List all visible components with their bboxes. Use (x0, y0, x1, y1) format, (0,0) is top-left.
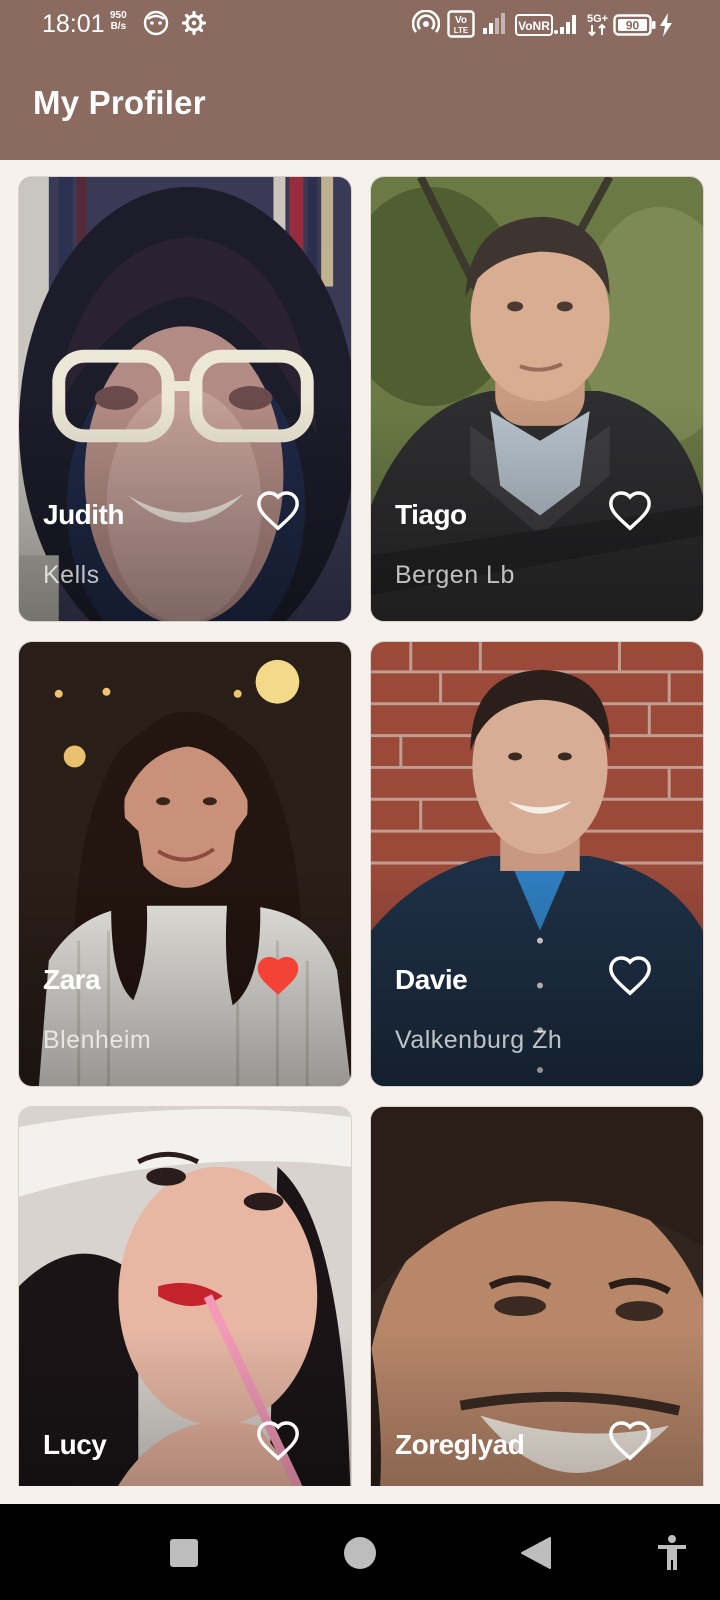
svg-text:5G+: 5G+ (587, 13, 608, 25)
favorite-button[interactable] (255, 954, 301, 1000)
profile-name: Zara (43, 964, 101, 995)
profile-location: Valkenburg Zh (395, 1026, 563, 1054)
profile-name: Judith (43, 499, 125, 530)
network-speed: 950 B/s (110, 10, 127, 32)
heart-outline-icon (609, 491, 651, 531)
status-bar: 18:01 950 B/s Vo LTE VoNR 5G+ 90 (0, 0, 720, 48)
profile-card[interactable]: Davie Valkenburg Zh (370, 641, 704, 1087)
favorite-button[interactable] (607, 489, 653, 535)
heart-outline-icon (257, 491, 299, 531)
profile-name: Zoreglyad (395, 1429, 525, 1460)
profile-card[interactable]: Zara Blenheim (18, 641, 352, 1087)
photo-shade (19, 1329, 351, 1486)
svg-text:VoNR: VoNR (518, 19, 550, 33)
back-triangle-icon (521, 1537, 551, 1569)
heart-outline-icon (257, 1421, 299, 1461)
favorite-button[interactable] (255, 1419, 301, 1465)
back-button[interactable] (520, 1536, 552, 1575)
profile-card[interactable]: Zoreglyad (370, 1106, 704, 1486)
svg-text:90: 90 (626, 19, 640, 33)
face-icon (143, 10, 169, 41)
vonr-icon: VoNR (515, 14, 553, 41)
profile-card[interactable]: Lucy (18, 1106, 352, 1486)
svg-text:Vo: Vo (455, 15, 467, 26)
accessibility-button[interactable] (655, 1534, 689, 1577)
circle-icon (344, 1537, 376, 1569)
profile-card[interactable]: Tiago Bergen Lb (370, 176, 704, 622)
signal-icon (481, 10, 509, 43)
profile-location: Blenheim (43, 1026, 152, 1054)
heart-outline-icon (609, 956, 651, 996)
signal-icon (553, 10, 581, 43)
profile-name: Davie (395, 964, 468, 995)
profile-name: Tiago (395, 499, 467, 530)
favorite-button[interactable] (607, 954, 653, 1000)
page-title: My Profiler (33, 84, 206, 121)
square-icon (170, 1539, 198, 1567)
home-button[interactable] (343, 1536, 377, 1575)
profile-location: Bergen Lb (395, 561, 515, 589)
svg-text:LTE: LTE (454, 26, 469, 35)
accessibility-icon (658, 1535, 686, 1570)
5g-icon: 5G+ (586, 10, 610, 43)
profile-location: Kells (43, 561, 100, 589)
heart-filled-icon (257, 956, 299, 995)
system-nav-bar (0, 1504, 720, 1600)
favorite-button[interactable] (607, 1419, 653, 1465)
hotspot-icon (411, 9, 441, 43)
status-time: 18:01 (42, 10, 105, 38)
recents-button[interactable] (168, 1537, 200, 1574)
gear-icon (181, 10, 207, 41)
battery-icon: 90 (613, 14, 657, 41)
volte-icon: Vo LTE (447, 10, 475, 43)
charging-icon (659, 13, 673, 42)
favorite-button[interactable] (255, 489, 301, 535)
profile-name: Lucy (43, 1429, 107, 1460)
profile-grid[interactable]: Judith Kells Tiago Bergen Lb Zara Blenhe… (18, 176, 704, 1486)
heart-outline-icon (609, 1421, 651, 1461)
photo-shade (371, 1329, 703, 1486)
profile-card[interactable]: Judith Kells (18, 176, 352, 622)
app-bar: My Profiler (0, 48, 720, 160)
